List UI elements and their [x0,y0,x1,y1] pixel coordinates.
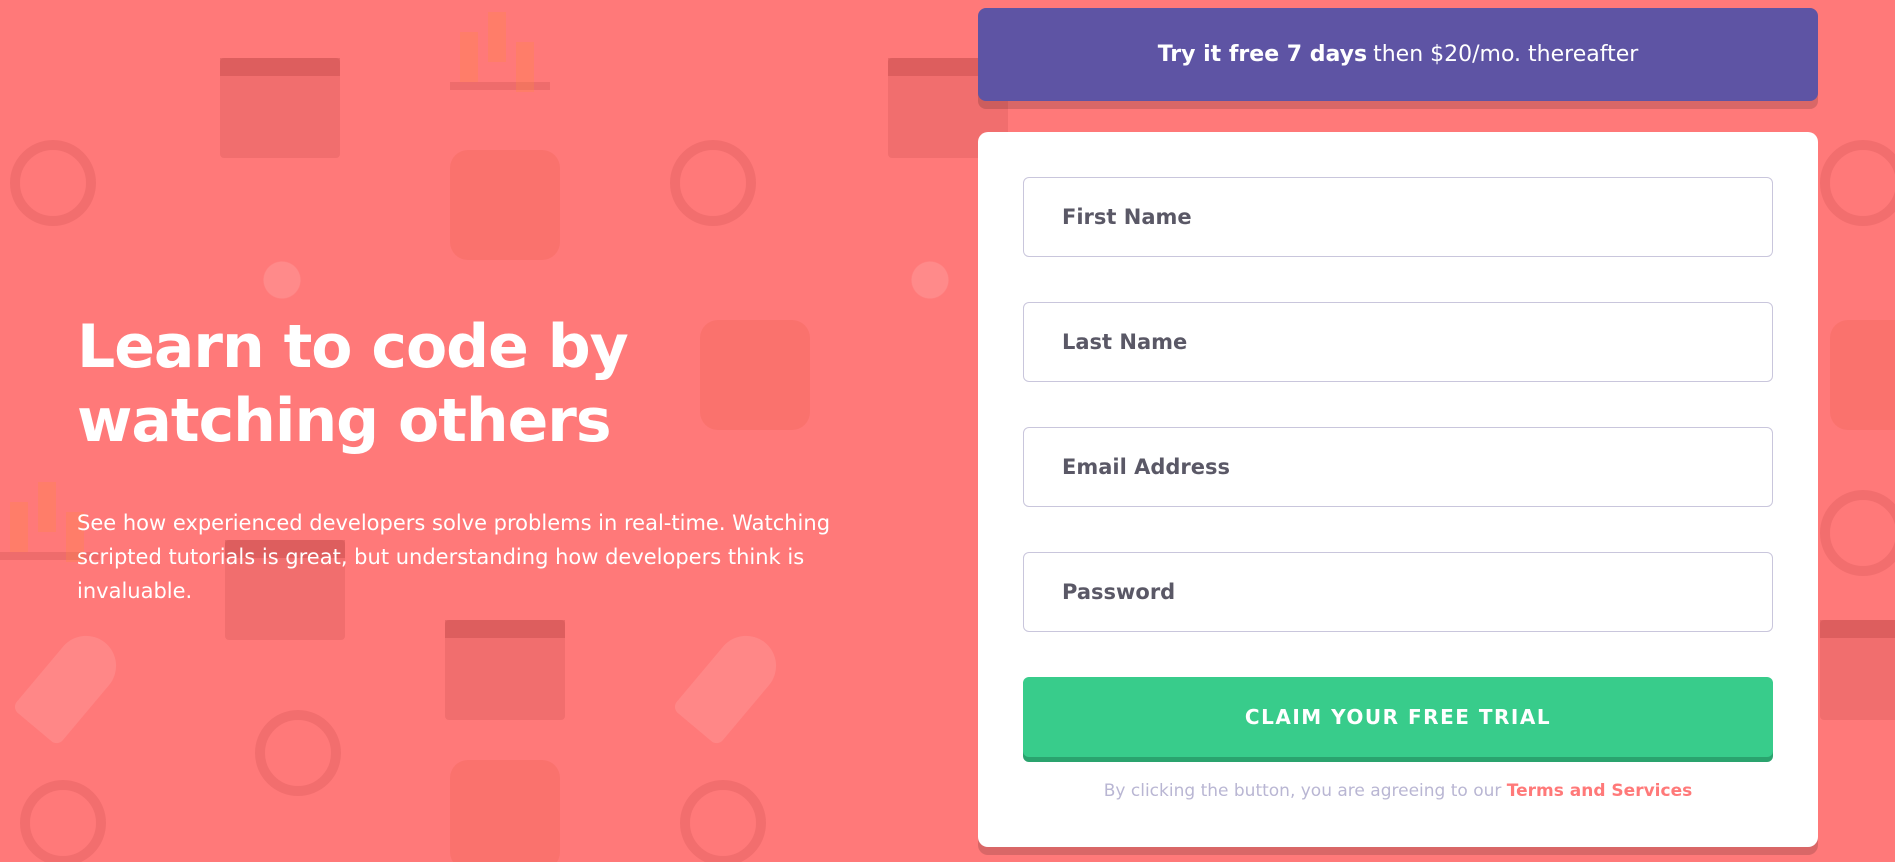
rocket-icon [11,623,129,747]
gear-icon [255,710,341,796]
terms-notice: By clicking the button, you are agreeing… [978,781,1818,801]
headset-icon [670,140,756,226]
last-name-input[interactable] [1023,302,1773,382]
email-input[interactable] [1023,427,1773,507]
password-input[interactable] [1023,552,1773,632]
promo-rest-text: then $20/mo. thereafter [1373,42,1639,67]
hero-description: See how experienced developers solve pro… [77,511,831,603]
hero-title-line2: watching others [77,386,612,456]
hero-section: Learn to code by watching others See how… [77,310,897,608]
gear-icon [1820,490,1895,576]
headset-icon [10,140,96,226]
promo-bold-text: Try it free 7 days [1157,42,1368,67]
chart-icon [450,10,550,90]
headset-icon [1820,140,1895,226]
hero-title: Learn to code by watching others [77,310,897,458]
key-icon [450,760,560,862]
first-name-input[interactable] [1023,177,1773,257]
thumbs-up-icon [1830,320,1895,430]
hero-title-line1: Learn to code by [77,312,629,382]
rocket-icon [671,623,789,747]
window-icon [220,58,340,158]
promo-banner: Try it free 7 days then $20/mo. thereaft… [978,8,1818,101]
globe-icon [20,780,106,862]
claim-trial-button[interactable]: CLAIM YOUR FREE TRIAL [1023,677,1773,757]
magnifier-icon [1820,620,1895,720]
magnifier-icon [445,620,565,720]
toolbox-icon [450,150,560,260]
signup-form: CLAIM YOUR FREE TRIAL By clicking the bu… [978,132,1818,847]
terms-prefix: By clicking the button, you are agreeing… [1103,781,1502,801]
terms-link[interactable]: Terms and Services [1507,781,1692,801]
globe-icon [680,780,766,862]
